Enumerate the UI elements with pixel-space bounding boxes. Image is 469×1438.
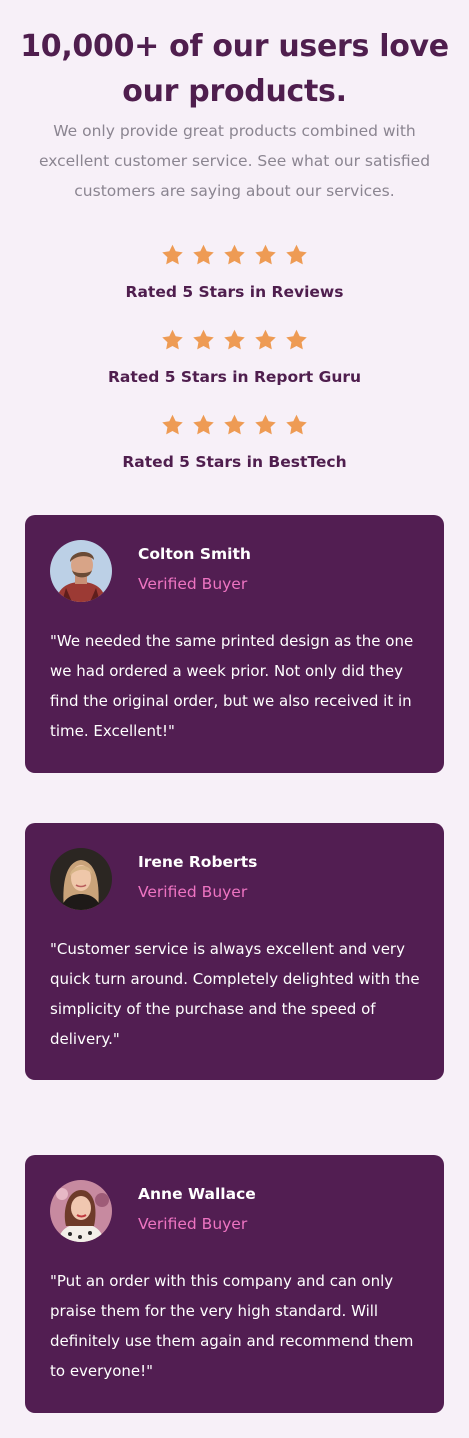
star-icon — [223, 414, 246, 436]
rating-label: Rated 5 Stars in BestTech — [122, 453, 347, 471]
rating-label: Rated 5 Stars in Reviews — [125, 283, 344, 301]
star-icon — [192, 329, 215, 351]
testimonial-quote: "Put an order with this company and can … — [50, 1272, 414, 1380]
star-icon — [285, 244, 308, 266]
testimonial-card: Anne Wallace Verified Buyer "Put an orde… — [25, 1155, 444, 1413]
testimonial-card: Irene Roberts Verified Buyer "Customer s… — [25, 823, 444, 1080]
reviewer-name: Irene Roberts — [138, 853, 258, 871]
star-icon — [254, 414, 277, 436]
star-icon — [192, 414, 215, 436]
testimonial-quote: "Customer service is always excellent an… — [50, 940, 420, 1048]
page-title: 10,000+ of our users love our products. — [20, 29, 449, 109]
star-icon — [285, 414, 308, 436]
testimonial-card: Colton Smith Verified Buyer "We needed t… — [25, 515, 444, 773]
rating-reviews: Rated 5 Stars in Reviews — [0, 244, 469, 302]
avatar — [50, 1180, 112, 1242]
star-rating — [0, 244, 469, 272]
star-icon — [254, 329, 277, 351]
star-icon — [161, 414, 184, 436]
star-icon — [223, 329, 246, 351]
reviewer-name: Colton Smith — [138, 545, 251, 563]
star-icon — [254, 244, 277, 266]
testimonial-quote: "We needed the same printed design as th… — [50, 632, 414, 740]
verified-buyer-label: Verified Buyer — [138, 1215, 248, 1233]
verified-buyer-label: Verified Buyer — [138, 575, 248, 593]
reviewer-name: Anne Wallace — [138, 1185, 256, 1203]
star-icon — [223, 244, 246, 266]
avatar — [50, 540, 112, 602]
star-icon — [285, 329, 308, 351]
page-description: We only provide great products combined … — [38, 122, 431, 200]
avatar — [50, 848, 112, 910]
star-icon — [192, 244, 215, 266]
star-rating — [0, 414, 469, 442]
rating-report-guru: Rated 5 Stars in Report Guru — [0, 329, 469, 387]
star-icon — [161, 244, 184, 266]
star-icon — [161, 329, 184, 351]
rating-label: Rated 5 Stars in Report Guru — [107, 368, 362, 386]
rating-besttech: Rated 5 Stars in BestTech — [0, 414, 469, 472]
verified-buyer-label: Verified Buyer — [138, 883, 248, 901]
star-rating — [0, 329, 469, 357]
